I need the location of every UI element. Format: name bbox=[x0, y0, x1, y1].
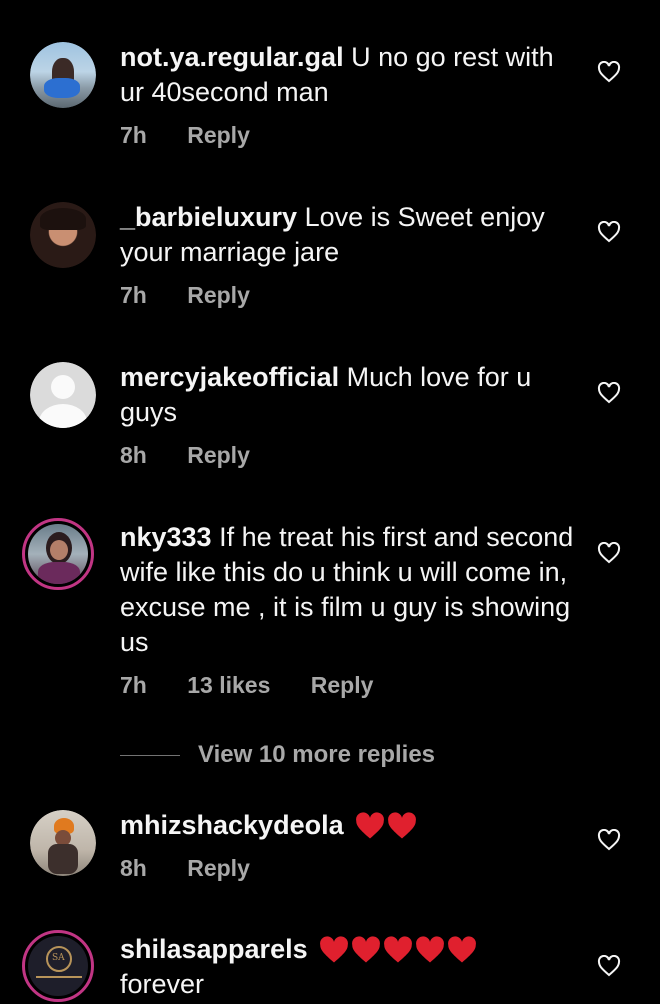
heart-outline-icon[interactable] bbox=[597, 382, 621, 404]
comment-text: nky333 If he treat his first and second … bbox=[120, 520, 580, 660]
heart-outline-icon[interactable] bbox=[597, 61, 621, 83]
comment-text: shilasapparels forever bbox=[120, 932, 580, 1002]
view-more-replies-label: View 10 more replies bbox=[198, 741, 436, 768]
comment-username[interactable]: _barbieluxury bbox=[120, 202, 297, 232]
divider bbox=[120, 754, 180, 756]
comment-meta: 7h Reply bbox=[120, 282, 284, 309]
comment-time: 7h bbox=[120, 672, 147, 698]
comment-text: mhizshackydeola bbox=[120, 808, 580, 843]
red-heart-emoji bbox=[320, 936, 349, 963]
avatar[interactable] bbox=[30, 202, 96, 268]
red-heart-emoji bbox=[352, 936, 381, 963]
red-heart-emoji bbox=[384, 936, 413, 963]
comment-username[interactable]: mhizshackydeola bbox=[120, 810, 344, 840]
heart-outline-icon[interactable] bbox=[597, 221, 621, 243]
heart-outline-icon[interactable] bbox=[597, 829, 621, 851]
heart-emoji-group bbox=[319, 936, 477, 964]
red-heart-emoji bbox=[448, 936, 477, 963]
logo-monogram: SA bbox=[52, 953, 65, 963]
comment-username[interactable]: mercyjakeofficial bbox=[120, 362, 339, 392]
comment-time: 8h bbox=[120, 442, 147, 468]
avatar[interactable] bbox=[30, 42, 96, 108]
comment-text: _barbieluxury Love is Sweet enjoy your m… bbox=[120, 200, 580, 270]
view-more-replies-button[interactable]: View 10 more replies bbox=[120, 738, 435, 772]
comment-body: forever bbox=[120, 969, 205, 999]
comment-text: not.ya.regular.gal U no go rest with ur … bbox=[120, 40, 580, 110]
comment-meta: 7h Reply bbox=[120, 122, 284, 149]
comment-time: 8h bbox=[120, 855, 147, 881]
comment-text: mercyjakeofficial Much love for u guys bbox=[120, 360, 580, 430]
red-heart-emoji bbox=[416, 936, 445, 963]
avatar[interactable] bbox=[30, 810, 96, 876]
avatar[interactable] bbox=[30, 362, 96, 428]
heart-outline-icon[interactable] bbox=[597, 955, 621, 977]
comment-meta: 8h Reply bbox=[120, 855, 284, 882]
red-heart-emoji bbox=[356, 812, 385, 839]
heart-emoji-group bbox=[355, 812, 417, 840]
reply-button[interactable]: Reply bbox=[187, 282, 250, 308]
comment-time: 7h bbox=[120, 282, 147, 308]
comment-time: 7h bbox=[120, 122, 147, 148]
comment-meta: 8h Reply bbox=[120, 442, 284, 469]
reply-button[interactable]: Reply bbox=[311, 672, 374, 698]
avatar[interactable] bbox=[22, 518, 94, 590]
reply-button[interactable]: Reply bbox=[187, 442, 250, 468]
avatar[interactable]: SA bbox=[22, 930, 94, 1002]
reply-button[interactable]: Reply bbox=[187, 855, 250, 881]
red-heart-emoji bbox=[388, 812, 417, 839]
comment-username[interactable]: not.ya.regular.gal bbox=[120, 42, 344, 72]
reply-button[interactable]: Reply bbox=[187, 122, 250, 148]
comment-meta: 7h 13 likes Reply bbox=[120, 672, 407, 699]
heart-outline-icon[interactable] bbox=[597, 542, 621, 564]
comment-username[interactable]: shilasapparels bbox=[120, 934, 308, 964]
likes-count[interactable]: 13 likes bbox=[187, 672, 270, 698]
comment-username[interactable]: nky333 bbox=[120, 522, 212, 552]
